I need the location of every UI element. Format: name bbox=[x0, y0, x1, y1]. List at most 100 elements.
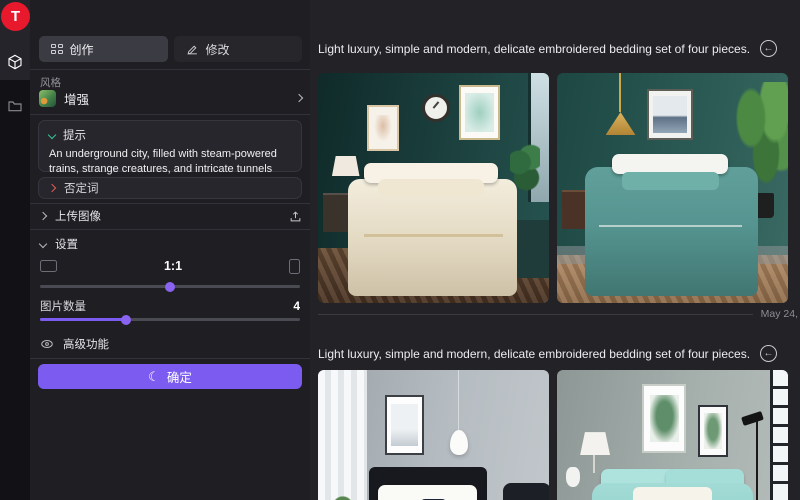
divider bbox=[30, 114, 310, 115]
divider bbox=[30, 69, 310, 70]
folder-icon bbox=[7, 98, 23, 114]
image-count-slider-thumb[interactable] bbox=[121, 315, 131, 325]
scene-frame bbox=[642, 384, 686, 453]
settings-header[interactable]: 设置 bbox=[40, 236, 302, 252]
eye-icon bbox=[40, 337, 54, 351]
mode-tabs: 创作 修改 bbox=[39, 36, 302, 62]
upload-image-row[interactable]: 上传图像 bbox=[40, 208, 302, 224]
chevron-down-icon bbox=[39, 240, 47, 248]
image-grid-1 bbox=[318, 73, 788, 303]
generation-prompt-text: Light luxury, simple and modern, delicat… bbox=[318, 347, 750, 361]
sidebar-item-assets[interactable] bbox=[0, 92, 30, 120]
gallery-area: Light luxury, simple and modern, delicat… bbox=[310, 0, 800, 500]
generation-prompt-row: Light luxury, simple and modern, delicat… bbox=[318, 345, 777, 362]
advanced-features-row[interactable]: 高级功能 bbox=[40, 334, 302, 354]
image-grid-2 bbox=[318, 370, 788, 500]
aspect-ratio-value: 1:1 bbox=[57, 259, 289, 273]
left-arrow-icon: ← bbox=[764, 348, 774, 359]
image-count-row: 图片数量 4 bbox=[40, 298, 300, 314]
scene-clock bbox=[422, 94, 450, 122]
chevron-right-icon bbox=[48, 184, 56, 192]
generation-prompt-text: Light luxury, simple and modern, delicat… bbox=[318, 42, 750, 56]
moon-icon: ☾ bbox=[148, 370, 160, 383]
scene-curtain bbox=[318, 370, 367, 500]
generation-date: May 24, bbox=[761, 308, 798, 320]
aspect-ratio-slider[interactable] bbox=[40, 285, 300, 288]
upload-icon[interactable] bbox=[289, 210, 302, 223]
reuse-prompt-button[interactable]: ← bbox=[760, 345, 777, 362]
scene-pendant-lamp bbox=[450, 430, 468, 455]
generated-image-4[interactable] bbox=[557, 370, 788, 500]
image-count-value: 4 bbox=[293, 299, 300, 313]
advanced-features-label: 高级功能 bbox=[63, 336, 109, 352]
settings-label: 设置 bbox=[55, 236, 78, 252]
generated-image-1[interactable] bbox=[318, 73, 549, 303]
negative-words-label: 否定词 bbox=[64, 180, 99, 196]
confirm-button-label: 确定 bbox=[167, 367, 192, 386]
edit-icon bbox=[186, 43, 199, 56]
tab-create[interactable]: 创作 bbox=[39, 36, 168, 62]
upload-image-label: 上传图像 bbox=[55, 208, 280, 224]
scene-frame bbox=[698, 405, 728, 458]
generation-prompt-row: Light luxury, simple and modern, delicat… bbox=[318, 40, 777, 57]
scene-plant bbox=[330, 490, 362, 500]
left-arrow-icon: ← bbox=[764, 43, 774, 54]
chevron-down-icon bbox=[48, 131, 56, 139]
prompt-label: 提示 bbox=[63, 127, 86, 143]
scene-frame bbox=[385, 395, 424, 455]
tab-edit-label: 修改 bbox=[206, 41, 230, 58]
control-panel: 创作 修改 风格 增强 提示 An underground city, fill… bbox=[30, 0, 310, 500]
scene-piping-line bbox=[599, 225, 742, 227]
date-divider bbox=[318, 314, 753, 315]
scene-chair bbox=[503, 483, 549, 500]
tab-edit[interactable]: 修改 bbox=[174, 36, 303, 62]
avatar-letter: T bbox=[11, 8, 20, 25]
image-count-label: 图片数量 bbox=[40, 298, 86, 314]
scene-lamp-cord bbox=[458, 370, 459, 430]
app-rail: T bbox=[0, 0, 30, 500]
divider bbox=[30, 358, 310, 359]
scene-frame bbox=[459, 85, 501, 140]
scene-floor-lamp bbox=[756, 416, 758, 500]
scene-frame bbox=[367, 105, 399, 151]
app-window: T 创作 修改 风格 bbox=[0, 0, 800, 500]
scene-embroidery-stripe bbox=[364, 234, 503, 237]
prompt-section[interactable]: 提示 An underground city, filled with stea… bbox=[38, 120, 302, 172]
portrait-ratio-icon[interactable] bbox=[289, 259, 300, 274]
sidebar-item-generate[interactable] bbox=[0, 48, 30, 76]
scene-chair bbox=[512, 220, 549, 278]
divider bbox=[30, 229, 310, 230]
avatar[interactable]: T bbox=[1, 2, 30, 31]
generated-image-2[interactable] bbox=[557, 73, 788, 303]
prompt-header[interactable]: 提示 bbox=[49, 127, 291, 143]
aspect-ratio-row: 1:1 bbox=[40, 254, 300, 278]
scene-window bbox=[770, 370, 788, 500]
aspect-ratio-slider-thumb[interactable] bbox=[165, 282, 175, 292]
chevron-right-icon bbox=[39, 212, 47, 220]
scene-vase bbox=[566, 467, 580, 488]
scene-lamp-base bbox=[593, 455, 595, 473]
chevron-right-icon bbox=[295, 94, 303, 102]
reuse-prompt-button[interactable]: ← bbox=[760, 40, 777, 57]
style-selector[interactable]: 增强 bbox=[39, 86, 302, 110]
slider-fill bbox=[40, 318, 126, 321]
scene-pillows bbox=[378, 485, 477, 500]
scene-pillows bbox=[378, 179, 484, 197]
image-count-slider[interactable] bbox=[40, 318, 300, 321]
scene-lamp-cord bbox=[619, 73, 621, 112]
date-row: May 24, bbox=[318, 308, 798, 320]
style-thumbnail-icon bbox=[39, 90, 56, 107]
scene-table-lamp bbox=[580, 432, 610, 455]
confirm-button[interactable]: ☾ 确定 bbox=[38, 364, 302, 389]
scene-lamp bbox=[332, 156, 360, 177]
style-value: 增强 bbox=[64, 89, 288, 108]
scene-frame bbox=[647, 89, 693, 140]
grid-icon bbox=[51, 44, 63, 54]
scene-pillows bbox=[633, 487, 712, 500]
negative-words-section[interactable]: 否定词 bbox=[38, 177, 302, 199]
scene-pillows bbox=[622, 172, 719, 190]
tab-create-label: 创作 bbox=[70, 41, 94, 58]
generated-image-3[interactable] bbox=[318, 370, 549, 500]
landscape-ratio-icon[interactable] bbox=[40, 260, 57, 272]
cube-icon bbox=[7, 54, 23, 70]
